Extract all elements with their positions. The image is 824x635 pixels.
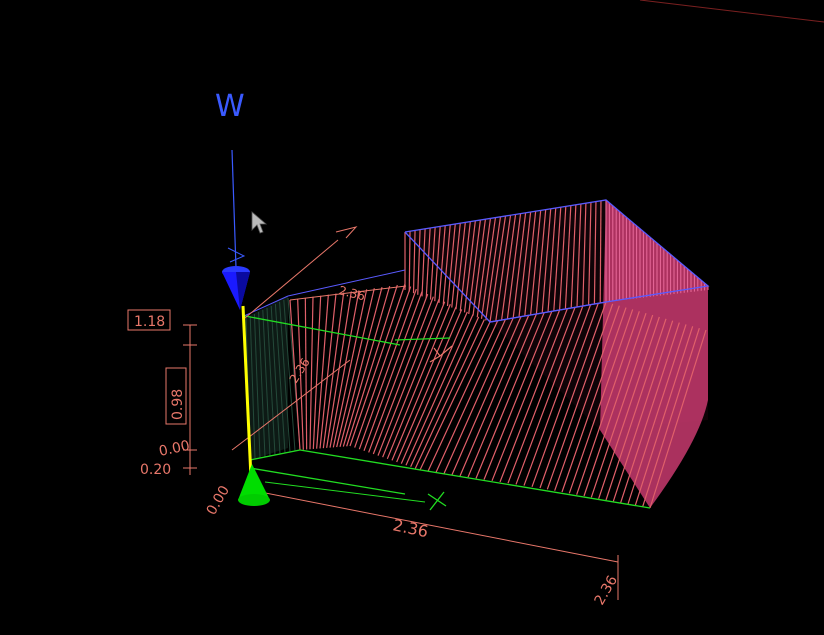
origin-label: 0.00 bbox=[204, 483, 233, 518]
height-top-label: 1.18 bbox=[134, 314, 165, 330]
height-mid-label: 0.98 bbox=[170, 389, 186, 420]
hatch-line bbox=[377, 298, 440, 456]
top-edge-label: 2.36 bbox=[337, 283, 366, 303]
3d-viewport[interactable]: W 1.18 0.98 0.00 0.20 0.00 2.36 2.36 2.3… bbox=[0, 0, 824, 631]
x-axis-line bbox=[264, 481, 426, 503]
hatch-line bbox=[339, 287, 383, 447]
depth-right-label: 2.36 bbox=[592, 573, 621, 608]
tool-top-cone-icon[interactable] bbox=[222, 266, 250, 310]
x-axis-glyph bbox=[427, 491, 447, 511]
hatch-line bbox=[312, 295, 322, 449]
width-x-label: 2.36 bbox=[391, 515, 430, 541]
hatch-line bbox=[363, 291, 423, 452]
scene-svg[interactable]: W 1.18 0.98 0.00 0.20 0.00 2.36 2.36 2.3… bbox=[0, 0, 824, 631]
hatch-line bbox=[326, 291, 352, 448]
side-edge-label: 2.36 bbox=[287, 356, 313, 386]
height-low-label: 0.00 bbox=[158, 438, 192, 460]
height-base-label: 0.20 bbox=[140, 462, 171, 478]
pointer-cursor-icon bbox=[251, 211, 268, 234]
hatch-line bbox=[372, 296, 434, 455]
background-guide-line bbox=[639, 0, 824, 23]
hatch-line bbox=[599, 200, 602, 304]
hatch-line bbox=[309, 296, 314, 450]
w-axis: W bbox=[215, 89, 246, 269]
hatch-line bbox=[346, 284, 398, 447]
w-axis-label: W bbox=[215, 89, 245, 124]
hatch-line bbox=[368, 293, 429, 453]
hatch-line bbox=[408, 231, 411, 292]
